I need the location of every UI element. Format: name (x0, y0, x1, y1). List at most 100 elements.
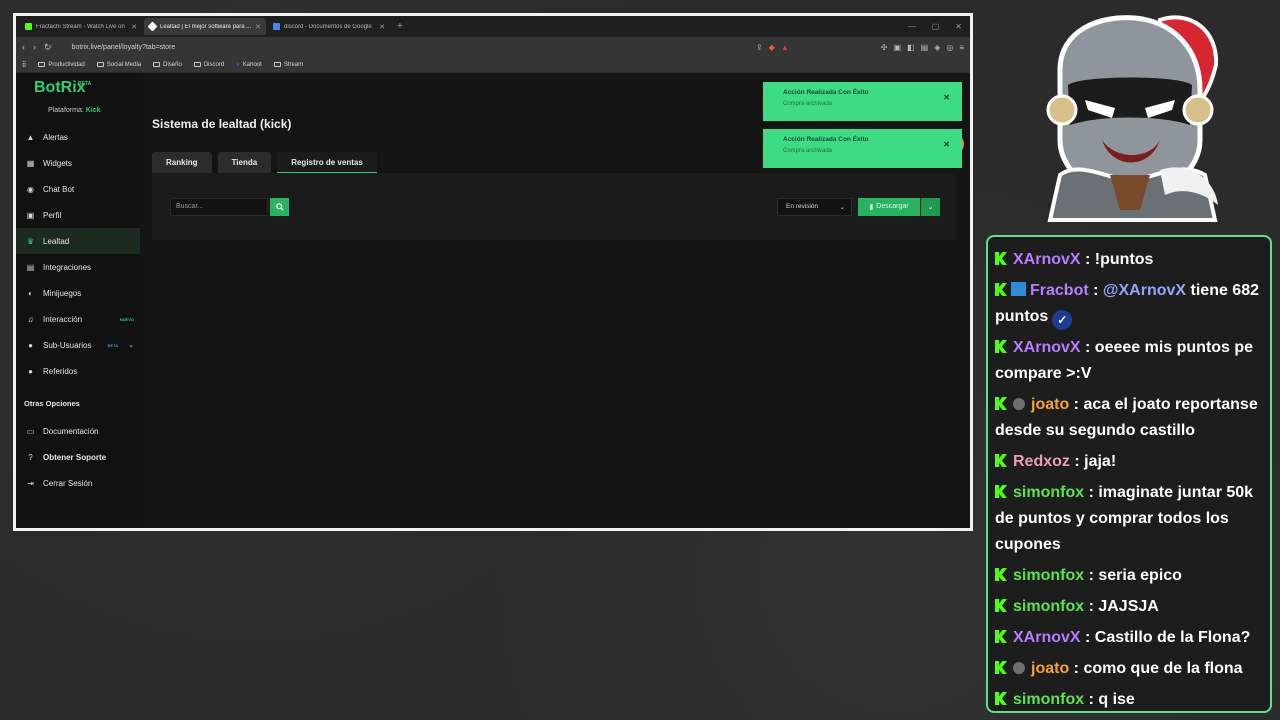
knight-mascot-image (1046, 15, 1219, 222)
sidebar-item-label: Minijuegos (43, 288, 82, 298)
chat-message: Redxoz : jaja! (995, 449, 1264, 475)
browser-tab-lealtad[interactable]: Lealtad | El mejor software para ... ✕ (144, 18, 266, 35)
sidebar-item-interaccion[interactable]: ♫ Interacción NUEVO (16, 306, 140, 332)
chevron-down-icon: ⌄ (927, 203, 934, 211)
bot-badge-icon (1011, 282, 1026, 296)
chevron-down-icon[interactable]: ⌄ (128, 341, 134, 349)
bookmarks-bar: ⣿ Productividad Social Media Diseño Disc… (16, 57, 970, 73)
close-icon[interactable]: ✕ (943, 140, 950, 149)
bookmark-kahoot[interactable]: ● Kahoot (236, 62, 262, 68)
chat-message: Fracbot : @XArnovX tiene 682 puntos ✓ (995, 278, 1264, 330)
back-icon[interactable]: ‹ (22, 42, 25, 52)
botrix-logo[interactable]: BotRix BETA (16, 79, 140, 101)
bookmark-discord[interactable]: Discord (193, 61, 225, 68)
share-icon[interactable]: ⇪ (756, 43, 763, 52)
tab-registro-ventas[interactable]: Registro de ventas (277, 152, 377, 173)
sidebar-item-integraciones[interactable]: ▤ Integraciones (16, 254, 140, 280)
close-tab-icon[interactable]: ✕ (379, 23, 385, 31)
alert-icon: ▲ (26, 132, 35, 142)
chat-username: Redxoz (1013, 453, 1070, 470)
logout-icon: ⇥ (27, 478, 34, 488)
chat-message: simonfox : q ise (995, 687, 1264, 713)
sidebar-icon[interactable]: ◧ (907, 43, 915, 52)
chat-username: XArnovX (1013, 339, 1081, 356)
tab-bar: Fractachi Stream - Watch Live on Kick ✕ … (16, 16, 970, 37)
vpn-icon[interactable]: ◎ (946, 43, 953, 52)
search-input[interactable]: Buscar... (170, 197, 268, 216)
sidebar-item-minijuegos[interactable]: ◐ Minijuegos (16, 280, 140, 306)
chat-message: simonfox : seria epico (995, 563, 1264, 589)
menu-icon[interactable]: ≡ (959, 43, 964, 52)
minimize-icon[interactable]: — (908, 22, 916, 31)
apps-icon[interactable]: ⣿ (22, 61, 26, 68)
kick-icon (995, 340, 1007, 353)
doc-icon: ▭ (26, 426, 35, 436)
close-tab-icon[interactable]: ✕ (131, 23, 137, 31)
folder-icon (38, 62, 46, 67)
new-tab-button[interactable]: + (397, 21, 403, 32)
download-label: Descargar (876, 203, 909, 210)
folder-icon (273, 62, 281, 67)
tab-ranking[interactable]: Ranking (152, 152, 212, 173)
bookmark-social-media[interactable]: Social Media (96, 61, 142, 68)
sidebar-item-chat-bot[interactable]: ◉ Chat Bot (16, 176, 140, 202)
maximize-icon[interactable]: ▢ (932, 22, 940, 31)
sidebar: BotRix BETA Plataforma: Kick ▲ Alertas ▦… (16, 73, 140, 528)
sidebar-item-label: Documentación (43, 426, 99, 436)
forward-icon[interactable]: › (33, 42, 36, 52)
close-icon[interactable]: ✕ (943, 93, 950, 102)
kick-icon (995, 661, 1007, 674)
bookmark-productividad[interactable]: Productividad (38, 62, 85, 68)
tab-title: Fractachi Stream - Watch Live on Kick (36, 23, 127, 30)
sidebar-item-alertas[interactable]: ▲ Alertas (16, 124, 140, 150)
sidebar-item-label: Obtener Soporte (43, 452, 107, 462)
music-icon: ♫ (27, 314, 34, 324)
download-button[interactable]: ▮ Descargar (858, 197, 920, 216)
sidebar-item-widgets[interactable]: ▦ Widgets (16, 150, 140, 176)
extensions-icon[interactable]: ✣ (881, 43, 888, 52)
sidebar-item-cerrar-sesion[interactable]: ⇥ Cerrar Sesión (16, 470, 140, 496)
url-field[interactable]: botrix.live/panel/loyalty?tab=store (60, 44, 748, 51)
bookmark-diseno[interactable]: Diseño (153, 62, 182, 68)
sidebar-item-sub-usuarios[interactable]: ● Sub-Usuarios BETA ⌄ (16, 332, 140, 358)
sidebar-item-label: Referidos (43, 366, 78, 376)
id-card-icon: ▣ (26, 210, 35, 220)
media-icon[interactable]: ▣ (894, 43, 902, 52)
kick-icon (995, 630, 1007, 643)
tab-tienda[interactable]: Tienda (217, 152, 272, 173)
bookmark-label: Social Media (106, 61, 142, 68)
rewards-icon[interactable]: ▲ (781, 43, 789, 52)
bookmark-label: Kahoot (242, 61, 262, 68)
wallet-icon[interactable]: ◈ (934, 43, 940, 52)
sidebar-item-label: Lealtad (43, 236, 70, 246)
status-filter-select[interactable]: En revisión ⌄ (777, 197, 852, 216)
browser-tab-docs[interactable]: discord - Documentos de Google ✕ (268, 18, 390, 35)
browser-tab-kick[interactable]: Fractachi Stream - Watch Live on Kick ✕ (20, 18, 142, 35)
close-tab-icon[interactable]: ✕ (255, 23, 261, 31)
chat-username: simonfox (1013, 691, 1085, 708)
bookmark-stream[interactable]: Stream (273, 62, 303, 68)
reload-icon[interactable]: ↻ (44, 42, 52, 53)
sidebar-item-documentacion[interactable]: ▭ Documentación (16, 418, 140, 444)
tab-search-icon[interactable]: ▤ (921, 43, 929, 52)
folder-icon (193, 62, 201, 67)
sidebar-item-label: Cerrar Sesión (43, 478, 93, 488)
bookmark-label: Discord (203, 61, 225, 68)
kick-icon (995, 454, 1007, 467)
sidebar-item-perfil[interactable]: ▣ Perfil (16, 202, 140, 228)
kick-icon (995, 599, 1007, 612)
brave-shield-icon[interactable]: ◆ (769, 43, 775, 52)
platform-value: Kick (85, 107, 101, 114)
sidebar-item-lealtad[interactable]: ♛ Lealtad (16, 228, 140, 254)
sidebar-item-referidos[interactable]: ● Referidos (16, 358, 140, 384)
puzzle-icon: ▤ (26, 262, 35, 272)
close-window-icon[interactable]: ✕ (955, 22, 962, 31)
extensions: ⇪ ◆ ▲ ✣ ▣ ◧ ▤ ◈ ◎ ≡ (756, 43, 964, 52)
chat-mention: @XArnovX (1102, 282, 1187, 299)
help-icon: ? (28, 452, 33, 462)
file-icon: ▮ (869, 203, 874, 211)
sidebar-item-soporte[interactable]: ? Obtener Soporte (16, 444, 140, 470)
search-button[interactable] (270, 197, 289, 216)
other-options-heading: Otras Opciones (24, 398, 80, 408)
download-options-button[interactable]: ⌄ (921, 197, 940, 216)
